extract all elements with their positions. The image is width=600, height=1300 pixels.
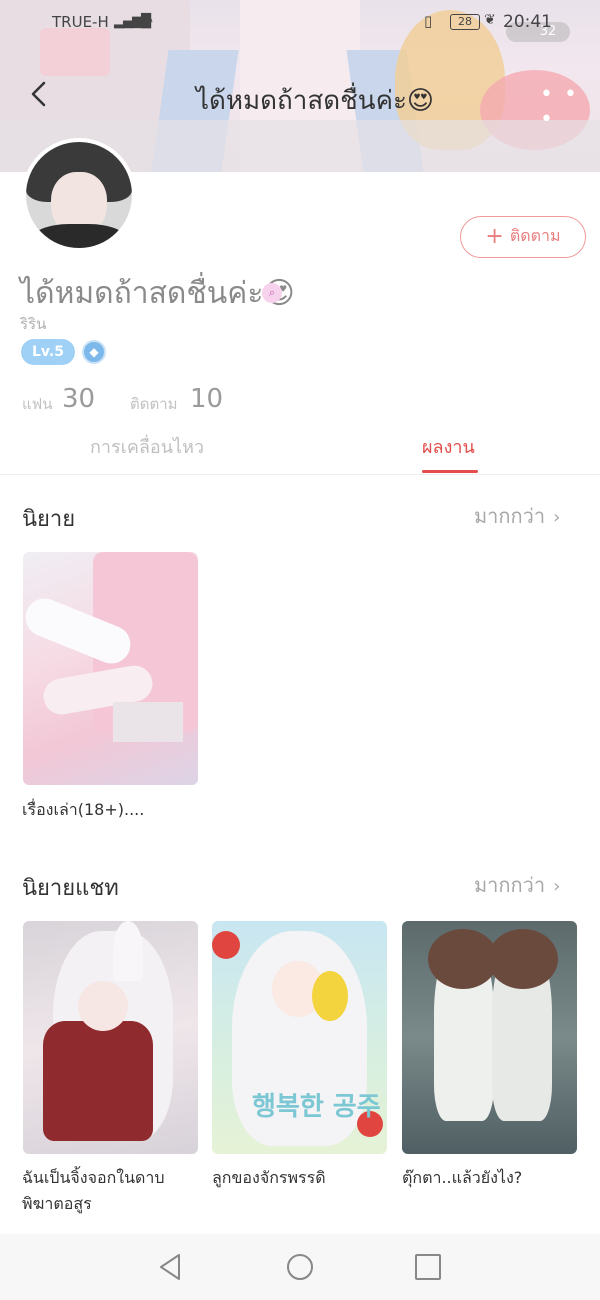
book-title-line: ฉันเป็นจิ้งจอกในดาบ xyxy=(22,1168,165,1187)
following-count[interactable]: 10 xyxy=(190,384,223,414)
more-dots-icon[interactable]: • • • xyxy=(540,82,600,132)
chevron-right-icon: › xyxy=(553,876,561,897)
more-label: มากกว่า xyxy=(474,873,546,897)
book-title[interactable]: ลูกของจักรพรรดิ xyxy=(212,1165,326,1191)
book-title[interactable]: ฉันเป็นจิ้งจอกในดาบ พิฆาตอสูร xyxy=(22,1165,165,1217)
cover-art xyxy=(43,1021,153,1141)
section-title-chat-novel: นิยายแชท xyxy=(22,876,119,901)
cover-art xyxy=(113,702,183,742)
user-subname: ริริน xyxy=(20,315,47,333)
avatar-art xyxy=(31,224,127,248)
more-label: มากกว่า xyxy=(474,504,546,528)
square-recent-icon[interactable] xyxy=(413,1252,443,1282)
cover-art xyxy=(312,971,348,1021)
cover-art xyxy=(488,929,558,989)
novel-more-link[interactable]: มากกว่า › xyxy=(474,500,560,532)
book-title[interactable]: เรื่องเล่า(18+).... xyxy=(22,797,144,823)
book-cover[interactable] xyxy=(23,552,198,785)
tab-works[interactable]: ผลงาน xyxy=(422,432,475,461)
follow-button[interactable]: + ติดตาม xyxy=(460,216,586,258)
vibrate-icon: ▯ xyxy=(424,12,433,30)
leaf-icon: ❦ xyxy=(484,12,496,28)
cover-title-text: 행복한 공주 xyxy=(252,1092,381,1122)
system-nav-bar xyxy=(0,1234,600,1300)
fans-count[interactable]: 30 xyxy=(62,384,95,414)
active-tab-indicator xyxy=(422,470,478,473)
plus-icon: + xyxy=(485,224,504,249)
level-badge: Lv.5 xyxy=(21,339,75,365)
triangle-back-icon[interactable] xyxy=(157,1252,187,1282)
clock: 20:41 xyxy=(503,12,552,32)
chat-novel-more-link[interactable]: มากกว่า › xyxy=(474,869,560,901)
wifi-icon: ◠ xyxy=(140,12,154,30)
avatar[interactable] xyxy=(22,138,136,252)
chevron-right-icon: › xyxy=(553,507,561,528)
search-icon[interactable]: ⌕ xyxy=(262,283,282,303)
divider xyxy=(0,474,600,475)
book-cover[interactable] xyxy=(23,921,198,1154)
back-button[interactable] xyxy=(24,78,56,110)
book-cover[interactable] xyxy=(402,921,577,1154)
book-title[interactable]: ตุ๊กตา..แล้วยังไง? xyxy=(402,1165,522,1191)
status-bar: TRUE-H ▂▄▆█ ◠ ▯ 28 ❦ 32 20:41 xyxy=(0,8,600,42)
battery-icon: 28 xyxy=(450,14,480,30)
section-title-novel: นิยาย xyxy=(22,507,76,532)
cover-art xyxy=(78,981,128,1031)
page-title: ได้หมดถ้าสดชื่นค่ะ😍 xyxy=(195,86,435,116)
circle-home-icon[interactable] xyxy=(285,1252,315,1282)
book-title-line: พิฆาตอสูร xyxy=(22,1194,92,1213)
book-cover[interactable]: 행복한 공주 xyxy=(212,921,387,1154)
cover-art xyxy=(113,921,143,981)
chevron-left-icon xyxy=(31,81,46,107)
following-label: ติดตาม xyxy=(130,395,178,413)
follow-label: ติดตาม xyxy=(509,226,561,245)
cover-art xyxy=(212,931,240,959)
user-name: ได้หมดถ้าสดชื่นค่ะ😍 xyxy=(20,276,295,311)
fans-label: แฟน xyxy=(22,395,53,413)
tab-activity[interactable]: การเคลื่อนไหว xyxy=(90,432,204,461)
diamond-icon: ◆ xyxy=(82,340,106,364)
carrier-label: TRUE-H xyxy=(52,13,109,31)
